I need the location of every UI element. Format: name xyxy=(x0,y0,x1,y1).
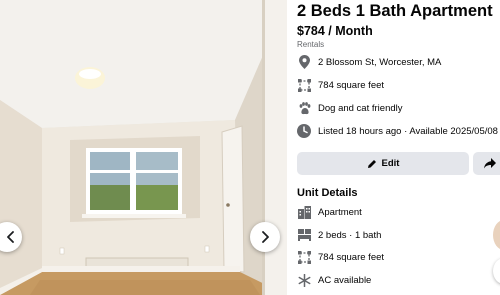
snowflake-icon xyxy=(297,273,311,287)
unit-detail-ac: AC available xyxy=(297,272,371,288)
unit-detail-type: Apartment xyxy=(297,204,362,220)
unit-detail-area: 784 square feet xyxy=(297,249,384,265)
listing-listed-time: Listed 18 hours ago · Available 2025/05/… xyxy=(318,125,498,137)
partial-floating-button[interactable] xyxy=(493,258,500,284)
edit-button[interactable]: Edit xyxy=(297,152,469,175)
info-row-listed: Listed 18 hours ago · Available 2025/05/… xyxy=(297,123,498,139)
unit-ac: AC available xyxy=(318,274,372,286)
unit-rooms: 2 beds · 1 bath xyxy=(318,229,382,241)
listing-price: $784 / Month xyxy=(297,24,373,38)
location-pin-icon xyxy=(297,55,311,69)
listing-pets: Dog and cat friendly xyxy=(318,102,403,114)
paw-icon xyxy=(297,101,311,115)
building-icon xyxy=(297,205,311,219)
share-button[interactable] xyxy=(473,152,500,175)
square-feet-icon xyxy=(297,250,311,264)
next-photo-button[interactable] xyxy=(250,222,280,252)
listing-details-panel: 2 Beds 1 Bath Apartment $784 / Month Ren… xyxy=(287,0,500,295)
share-arrow-icon xyxy=(484,158,496,169)
info-row-location: 2 Blossom St, Worcester, MA xyxy=(297,54,441,70)
listing-address: 2 Blossom St, Worcester, MA xyxy=(318,56,442,68)
apartment-room-image xyxy=(0,0,287,295)
chevron-left-icon xyxy=(7,231,14,243)
unit-type: Apartment xyxy=(318,206,362,218)
listing-area: 784 square feet xyxy=(318,79,385,91)
info-row-pets: Dog and cat friendly xyxy=(297,100,403,116)
listing-title: 2 Beds 1 Bath Apartment xyxy=(297,2,493,20)
listing-photo[interactable] xyxy=(0,0,287,295)
edit-button-label: Edit xyxy=(381,158,400,169)
clock-icon xyxy=(297,124,311,138)
pencil-icon xyxy=(367,159,376,168)
square-feet-icon xyxy=(297,78,311,92)
bed-icon xyxy=(297,228,311,242)
unit-area: 784 square feet xyxy=(318,251,385,263)
info-row-area: 784 square feet xyxy=(297,77,384,93)
unit-detail-rooms: 2 beds · 1 bath xyxy=(297,227,381,243)
chevron-right-icon xyxy=(262,231,269,243)
partial-avatar xyxy=(493,220,500,250)
unit-details-heading: Unit Details xyxy=(297,187,358,199)
listing-category: Rentals xyxy=(297,40,325,49)
